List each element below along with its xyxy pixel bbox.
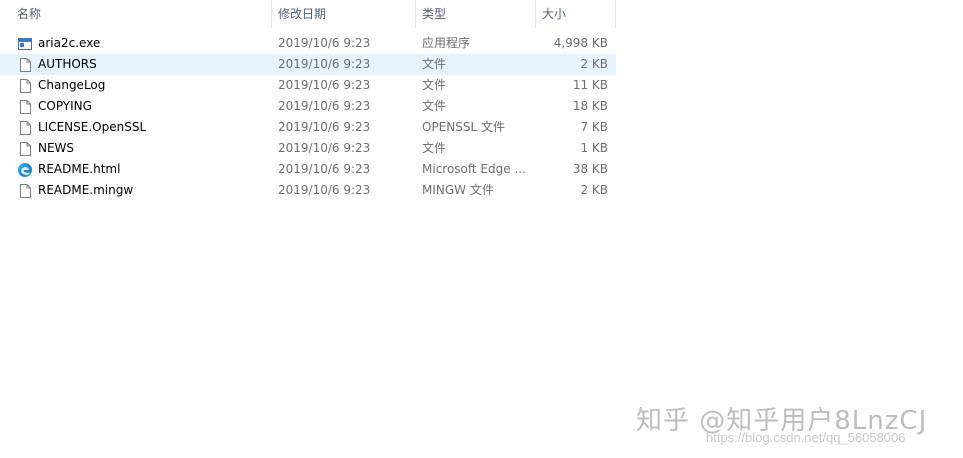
column-header-type[interactable]: 类型 xyxy=(416,0,536,28)
file-name: LICENSE.OpenSSL xyxy=(38,120,147,134)
column-header-date[interactable]: 修改日期 xyxy=(272,0,416,28)
column-header-date-label: 修改日期 xyxy=(278,7,327,21)
file-name-cell: ChangeLog xyxy=(0,75,272,96)
file-icon xyxy=(17,120,33,136)
file-type: 文件 xyxy=(422,141,447,155)
file-row[interactable]: NEWS 2019/10/6 9:23 文件 1 KB xyxy=(0,138,616,159)
file-name: aria2c.exe xyxy=(38,36,101,50)
file-name-cell: README.html xyxy=(0,159,272,180)
csdn-watermark-url: https://blog.csdn.net/qq_56058006 xyxy=(706,430,906,445)
file-name: README.html xyxy=(38,162,121,176)
file-date: 2019/10/6 9:23 xyxy=(278,162,371,176)
file-type: 文件 xyxy=(422,78,447,92)
sort-arrow-icon: ^ xyxy=(137,0,145,9)
file-name: README.mingw xyxy=(38,183,134,197)
file-size: 38 KB xyxy=(572,162,608,176)
file-name-cell: aria2c.exe xyxy=(0,33,272,54)
file-row[interactable]: ChangeLog 2019/10/6 9:23 文件 11 KB xyxy=(0,75,616,96)
file-row[interactable]: COPYING 2019/10/6 9:23 文件 18 KB xyxy=(0,96,616,117)
file-name: AUTHORS xyxy=(38,57,97,71)
file-size: 7 KB xyxy=(580,120,608,134)
file-type: 应用程序 xyxy=(422,36,471,50)
column-header-type-label: 类型 xyxy=(422,7,447,21)
file-size: 1 KB xyxy=(580,141,608,155)
file-size: 2 KB xyxy=(580,57,608,71)
file-date: 2019/10/6 9:23 xyxy=(278,183,371,197)
file-date: 2019/10/6 9:23 xyxy=(278,36,371,50)
file-icon xyxy=(17,99,33,115)
file-name: ChangeLog xyxy=(38,78,106,92)
file-size: 4,998 KB xyxy=(553,36,608,50)
file-icon xyxy=(17,183,33,199)
file-name-cell: README.mingw xyxy=(0,180,272,201)
file-name-cell: COPYING xyxy=(0,96,272,117)
file-date: 2019/10/6 9:23 xyxy=(278,120,371,134)
file-row[interactable]: aria2c.exe 2019/10/6 9:23 应用程序 4,998 KB xyxy=(0,33,616,54)
file-type: 文件 xyxy=(422,99,447,113)
exe-icon xyxy=(17,36,33,52)
file-name: COPYING xyxy=(38,99,92,113)
column-header-bar: ^ 名称 修改日期 类型 大小 xyxy=(0,0,616,28)
file-name-cell: NEWS xyxy=(0,138,272,159)
column-header-size[interactable]: 大小 xyxy=(536,0,616,28)
column-header-name-label: 名称 xyxy=(17,7,42,21)
file-date: 2019/10/6 9:23 xyxy=(278,99,371,113)
file-type: MINGW 文件 xyxy=(422,183,494,197)
file-row[interactable]: README.html 2019/10/6 9:23 Microsoft Edg… xyxy=(0,159,616,180)
file-type: OPENSSL 文件 xyxy=(422,120,505,134)
file-icon xyxy=(17,78,33,94)
file-size: 2 KB xyxy=(580,183,608,197)
file-name-cell: LICENSE.OpenSSL xyxy=(0,117,272,138)
file-type: Microsoft Edge ... xyxy=(422,162,526,176)
file-size: 11 KB xyxy=(572,78,608,92)
column-header-size-label: 大小 xyxy=(542,7,567,21)
file-icon xyxy=(17,57,33,73)
file-row[interactable]: LICENSE.OpenSSL 2019/10/6 9:23 OPENSSL 文… xyxy=(0,117,616,138)
file-date: 2019/10/6 9:23 xyxy=(278,78,371,92)
file-list: aria2c.exe 2019/10/6 9:23 应用程序 4,998 KB … xyxy=(0,33,616,201)
file-row[interactable]: AUTHORS 2019/10/6 9:23 文件 2 KB xyxy=(0,54,616,75)
file-row[interactable]: README.mingw 2019/10/6 9:23 MINGW 文件 2 K… xyxy=(0,180,616,201)
file-size: 18 KB xyxy=(572,99,608,113)
file-name: NEWS xyxy=(38,141,75,155)
file-name-cell: AUTHORS xyxy=(0,54,272,75)
file-icon xyxy=(17,141,33,157)
file-date: 2019/10/6 9:23 xyxy=(278,141,371,155)
column-header-name[interactable]: ^ 名称 xyxy=(0,0,272,28)
edge-icon xyxy=(17,162,33,178)
file-date: 2019/10/6 9:23 xyxy=(278,57,371,71)
file-type: 文件 xyxy=(422,57,447,71)
